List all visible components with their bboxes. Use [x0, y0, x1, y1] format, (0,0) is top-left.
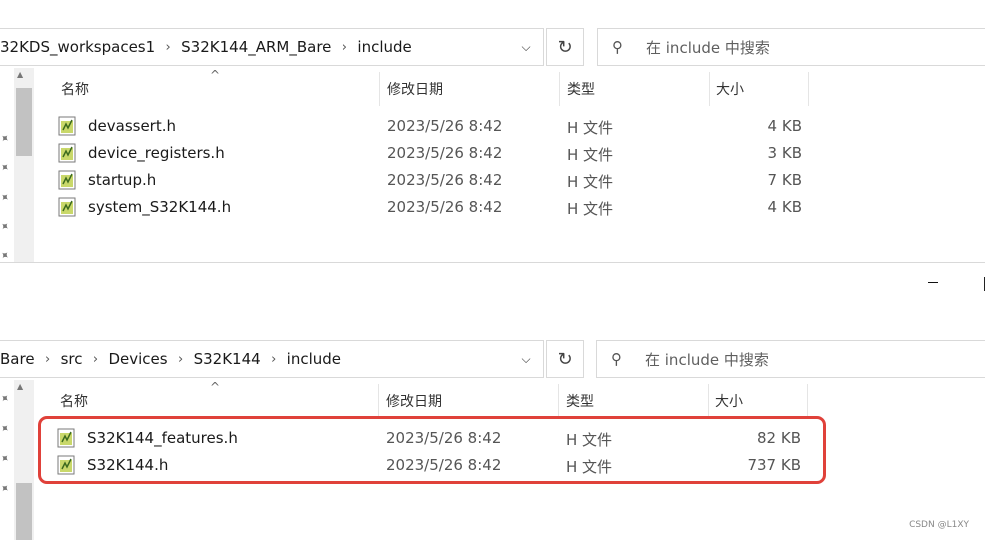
pin-icon[interactable]: ✦ [0, 391, 12, 407]
breadcrumb-item[interactable]: src [57, 350, 87, 368]
pin-icon[interactable]: ✦ [0, 190, 12, 206]
sort-ascending-icon: ^ [210, 68, 221, 82]
navigation-pane: ▲ ✦ ✦ ✦ ✦ [0, 380, 35, 540]
file-row[interactable]: device_registers.h 2023/5/26 8:42 H 文件 3… [58, 141, 818, 168]
pin-icon[interactable]: ✦ [0, 219, 12, 235]
chevron-right-icon[interactable]: › [172, 352, 190, 367]
address-bar[interactable]: Bare › src › Devices › S32K144 › include… [0, 340, 544, 378]
search-icon: ⚲ [612, 38, 623, 56]
chevron-down-icon: ⌵ [521, 39, 531, 54]
file-row[interactable]: startup.h 2023/5/26 8:42 H 文件 7 KB [58, 168, 818, 195]
nav-scrollbar-thumb[interactable] [16, 483, 32, 540]
chevron-right-icon[interactable]: › [86, 352, 104, 367]
breadcrumb-item[interactable]: include [353, 38, 415, 56]
column-divider[interactable] [808, 72, 809, 106]
file-size: 4 KB [767, 198, 802, 216]
column-header-name[interactable]: 名称 [61, 74, 89, 104]
scroll-up-icon[interactable]: ▲ [17, 70, 23, 79]
minimize-button[interactable] [928, 282, 938, 283]
column-divider[interactable] [378, 384, 379, 418]
file-date: 2023/5/26 8:42 [387, 144, 503, 162]
header-file-icon [58, 197, 76, 217]
search-icon: ⚲ [611, 350, 622, 368]
breadcrumb-item[interactable]: include [283, 350, 345, 368]
chevron-right-icon[interactable]: › [335, 40, 353, 55]
pin-icon[interactable]: ✦ [0, 131, 12, 147]
search-placeholder[interactable]: 在 include 中搜索 [646, 37, 770, 58]
breadcrumb-item[interactable]: Devices [104, 350, 171, 368]
file-type: H 文件 [567, 200, 614, 218]
file-name: startup.h [88, 171, 157, 189]
file-date: 2023/5/26 8:42 [387, 171, 503, 189]
file-type: H 文件 [567, 146, 614, 164]
address-row: 32KDS_workspaces1 › S32K144_ARM_Bare › i… [0, 28, 985, 66]
column-divider[interactable] [709, 72, 710, 106]
address-bar[interactable]: 32KDS_workspaces1 › S32K144_ARM_Bare › i… [0, 28, 544, 66]
scroll-up-icon[interactable]: ▲ [17, 382, 23, 391]
search-box[interactable]: ⚲ 在 include 中搜索 [596, 340, 985, 378]
refresh-icon: ↻ [557, 36, 573, 58]
chevron-down-icon: ⌵ [521, 351, 531, 366]
breadcrumb: Bare › src › Devices › S32K144 › include [0, 341, 345, 377]
sort-ascending-icon: ^ [210, 380, 221, 394]
column-divider[interactable] [708, 384, 709, 418]
nav-scrollbar-thumb[interactable] [16, 88, 32, 156]
pin-icon[interactable]: ✦ [0, 421, 12, 437]
column-header-date[interactable]: 修改日期 [387, 74, 443, 104]
search-box[interactable]: ⚲ 在 include 中搜索 [597, 28, 985, 66]
column-header-date[interactable]: 修改日期 [386, 386, 442, 416]
column-divider[interactable] [379, 72, 380, 106]
file-size: 7 KB [767, 171, 802, 189]
refresh-icon: ↻ [557, 348, 573, 370]
file-date: 2023/5/26 8:42 [387, 117, 503, 135]
explorer-window-bottom: Bare › src › Devices › S32K144 › include… [0, 262, 985, 540]
column-divider[interactable] [807, 384, 808, 418]
file-row[interactable]: system_S32K144.h 2023/5/26 8:42 H 文件 4 K… [58, 195, 818, 222]
column-header-name[interactable]: 名称 [60, 386, 88, 416]
file-type: H 文件 [567, 119, 614, 137]
column-header-type[interactable]: 类型 [567, 74, 595, 104]
breadcrumb-item[interactable]: S32K144_ARM_Bare [177, 38, 335, 56]
pin-icon[interactable]: ✦ [0, 451, 12, 467]
file-type: H 文件 [567, 173, 614, 191]
address-row: Bare › src › Devices › S32K144 › include… [0, 340, 985, 378]
explorer-window-top: 32KDS_workspaces1 › S32K144_ARM_Bare › i… [0, 0, 985, 262]
refresh-button[interactable]: ↻ [546, 28, 584, 66]
file-row[interactable]: devassert.h 2023/5/26 8:42 H 文件 4 KB [58, 114, 818, 141]
file-name: device_registers.h [88, 144, 225, 162]
chevron-right-icon[interactable]: › [159, 40, 177, 55]
column-header-size[interactable]: 大小 [715, 386, 743, 416]
watermark: CSDN @L1XY [909, 520, 969, 530]
breadcrumb: 32KDS_workspaces1 › S32K144_ARM_Bare › i… [0, 29, 416, 65]
pin-icon[interactable]: ✦ [0, 481, 12, 497]
pin-icon[interactable]: ✦ [0, 160, 12, 176]
column-divider[interactable] [559, 72, 560, 106]
column-header-size[interactable]: 大小 [716, 74, 744, 104]
breadcrumb-item[interactable]: 32KDS_workspaces1 [0, 38, 159, 56]
column-header-type[interactable]: 类型 [566, 386, 594, 416]
header-file-icon [58, 170, 76, 190]
file-size: 4 KB [767, 117, 802, 135]
header-file-icon [58, 116, 76, 136]
navigation-pane: ▲ ✦ ✦ ✦ ✦ ✦ [0, 68, 35, 262]
file-name: system_S32K144.h [88, 198, 232, 216]
address-dropdown-button[interactable]: ⌵ [509, 341, 543, 377]
breadcrumb-item[interactable]: S32K144 [190, 350, 265, 368]
header-file-icon [58, 143, 76, 163]
column-divider[interactable] [558, 384, 559, 418]
file-size: 3 KB [767, 144, 802, 162]
chevron-right-icon[interactable]: › [265, 352, 283, 367]
screenshot: 32KDS_workspaces1 › S32K144_ARM_Bare › i… [0, 0, 985, 540]
chevron-right-icon[interactable]: › [39, 352, 57, 367]
annotation-highlight-box [38, 416, 826, 484]
address-dropdown-button[interactable]: ⌵ [509, 29, 543, 65]
file-date: 2023/5/26 8:42 [387, 198, 503, 216]
breadcrumb-item[interactable]: Bare [0, 350, 39, 368]
file-name: devassert.h [88, 117, 177, 135]
search-placeholder[interactable]: 在 include 中搜索 [645, 349, 769, 370]
pin-icon[interactable]: ✦ [0, 248, 12, 262]
refresh-button[interactable]: ↻ [546, 340, 584, 378]
